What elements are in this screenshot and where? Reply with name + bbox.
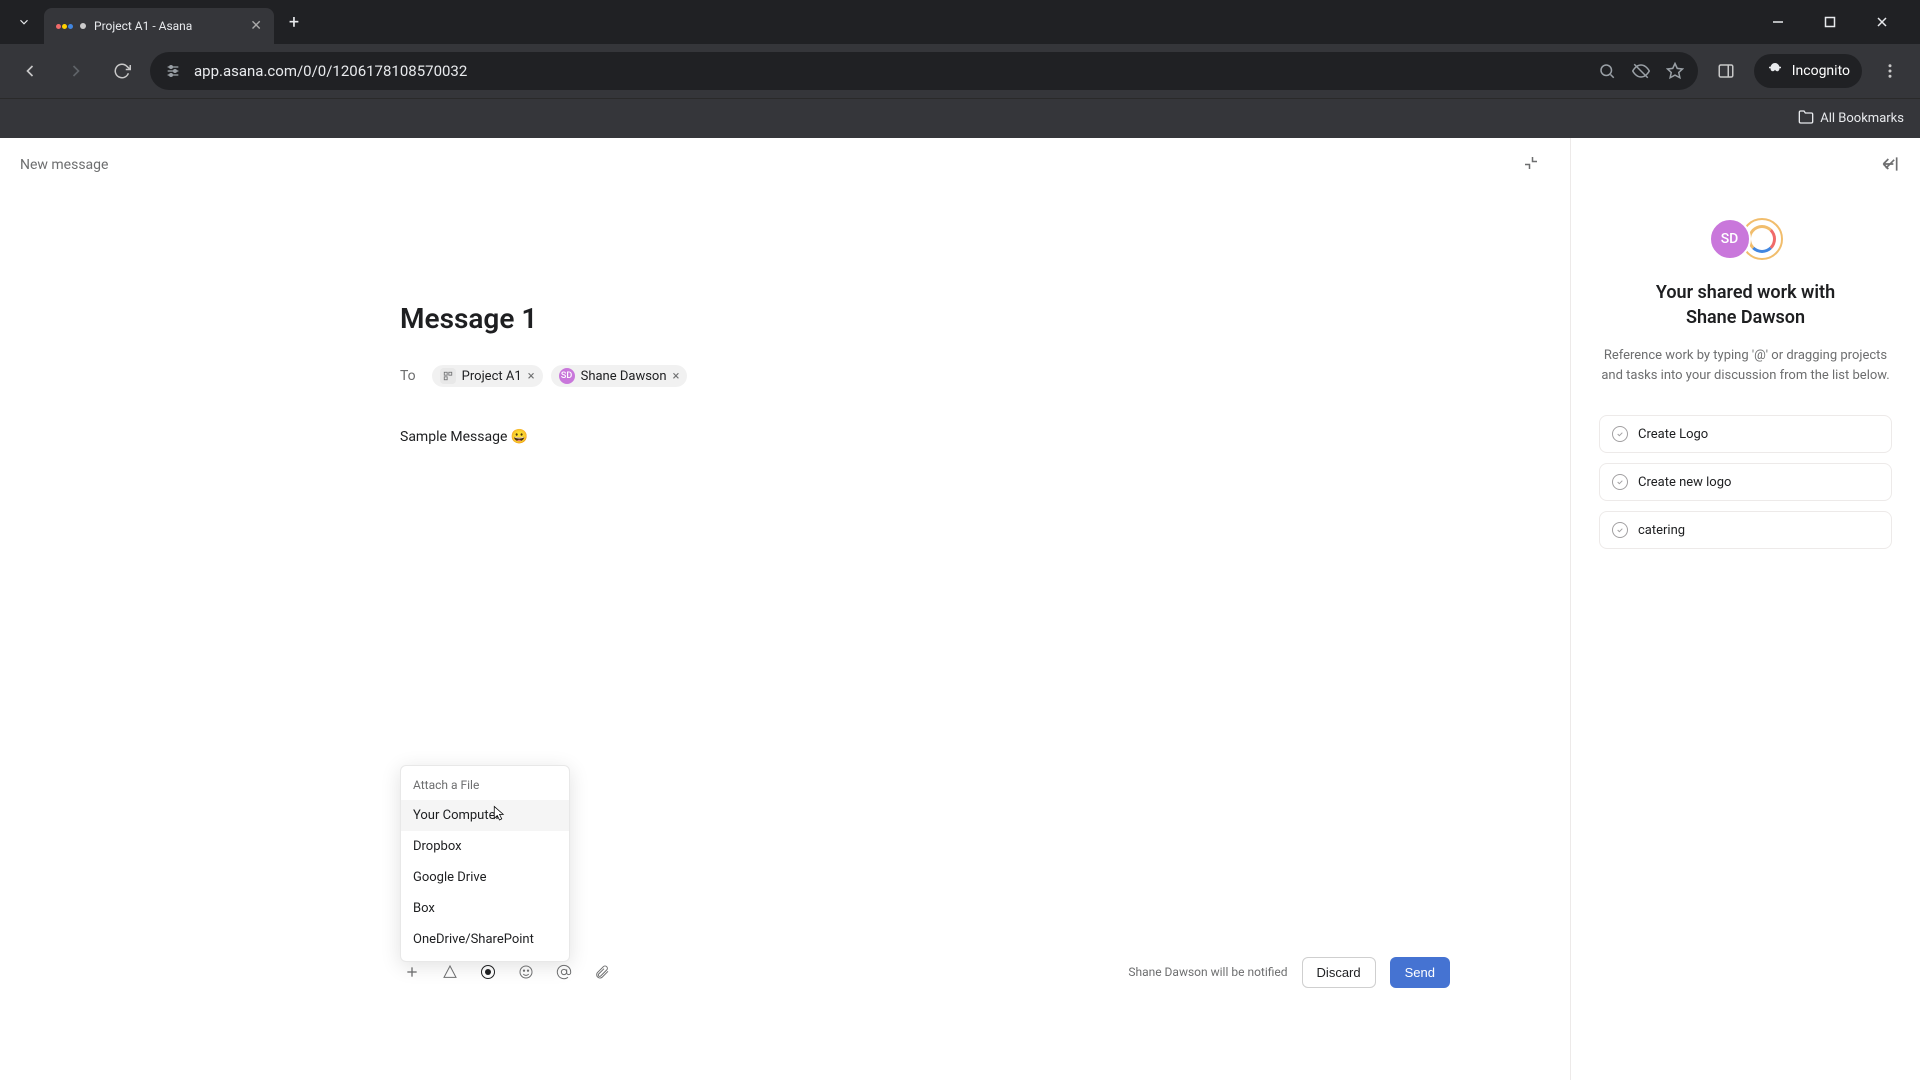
emoji-icon[interactable]	[514, 960, 538, 984]
task-item[interactable]: Create Logo	[1599, 415, 1892, 453]
incognito-label: Incognito	[1792, 63, 1850, 79]
notify-text: Shane Dawson will be notified	[1128, 965, 1287, 979]
attach-menu-title: Attach a File	[401, 772, 569, 800]
close-window-button[interactable]	[1868, 8, 1896, 36]
recipient-chip-project[interactable]: Project A1 ×	[432, 365, 543, 387]
attach-option-your-computer[interactable]: Your Computer	[401, 800, 569, 831]
tab-strip: Project A1 - Asana ✕ +	[0, 0, 1920, 44]
asana-favicon	[56, 18, 72, 34]
tab-title: Project A1 - Asana	[94, 19, 242, 33]
avatar-group: SD	[1599, 218, 1892, 260]
record-icon[interactable]	[476, 960, 500, 984]
remove-chip-icon[interactable]: ×	[673, 369, 680, 384]
bookmark-bar: All Bookmarks	[0, 98, 1920, 138]
eye-blocked-icon[interactable]	[1632, 62, 1650, 80]
message-title[interactable]: Message 1	[400, 302, 1450, 335]
app-content: New message Message 1 To Project A1 × SD…	[0, 138, 1920, 1080]
message-body[interactable]: Sample Message 😀	[400, 429, 1450, 445]
side-panel-icon[interactable]	[1708, 53, 1744, 89]
tab-search-dropdown[interactable]	[8, 6, 40, 38]
site-settings-icon[interactable]	[164, 62, 182, 80]
task-check-icon[interactable]	[1612, 522, 1628, 538]
task-label: Create Logo	[1638, 427, 1708, 442]
browser-menu-icon[interactable]	[1872, 53, 1908, 89]
back-button[interactable]	[12, 53, 48, 89]
forward-button[interactable]	[58, 53, 94, 89]
url-text: app.asana.com/0/0/1206178108570032	[194, 62, 1586, 80]
collapse-icon[interactable]	[1522, 154, 1540, 176]
mention-icon[interactable]	[552, 960, 576, 984]
maximize-window-button[interactable]	[1816, 8, 1844, 36]
avatar-shane: SD	[1709, 218, 1751, 260]
formatting-icon[interactable]	[438, 960, 462, 984]
new-message-label: New message	[20, 157, 108, 173]
recipient-chip-user[interactable]: SD Shane Dawson ×	[551, 365, 688, 387]
chip-label: Shane Dawson	[581, 369, 667, 384]
unsaved-indicator-icon	[80, 23, 86, 29]
task-item[interactable]: catering	[1599, 511, 1892, 549]
attach-icon[interactable]	[590, 960, 614, 984]
reload-button[interactable]	[104, 53, 140, 89]
discard-button[interactable]: Discard	[1302, 957, 1376, 988]
attach-file-menu: Attach a File Your Computer Dropbox Goog…	[400, 765, 570, 962]
browser-tab[interactable]: Project A1 - Asana ✕	[44, 8, 274, 44]
task-check-icon[interactable]	[1612, 426, 1628, 442]
browser-toolbar: app.asana.com/0/0/1206178108570032 Incog…	[0, 44, 1920, 98]
attach-option-google-drive[interactable]: Google Drive	[401, 862, 569, 893]
all-bookmarks-button[interactable]: All Bookmarks	[1798, 109, 1904, 129]
attach-option-onedrive[interactable]: OneDrive/SharePoint	[401, 924, 569, 955]
shared-work-panel: SD Your shared work with Shane Dawson Re…	[1570, 138, 1920, 1080]
remove-chip-icon[interactable]: ×	[528, 369, 535, 384]
search-page-icon[interactable]	[1598, 62, 1616, 80]
project-icon	[440, 368, 456, 384]
chip-label: Project A1	[462, 369, 522, 384]
to-row: To Project A1 × SD Shane Dawson ×	[400, 365, 1450, 387]
add-icon[interactable]	[400, 960, 424, 984]
incognito-icon	[1766, 60, 1784, 82]
shared-work-description: Reference work by typing '@' or dragging…	[1599, 346, 1892, 385]
task-check-icon[interactable]	[1612, 474, 1628, 490]
send-button[interactable]: Send	[1390, 957, 1450, 988]
compose-area: Message 1 To Project A1 × SD Shane Dawso…	[400, 302, 1450, 445]
task-item[interactable]: Create new logo	[1599, 463, 1892, 501]
attach-option-dropbox[interactable]: Dropbox	[401, 831, 569, 862]
compose-toolbar: Shane Dawson will be notified Discard Se…	[400, 952, 1450, 992]
bookmark-star-icon[interactable]	[1666, 62, 1684, 80]
attach-option-box[interactable]: Box	[401, 893, 569, 924]
folder-icon	[1798, 109, 1814, 129]
task-label: catering	[1638, 523, 1685, 538]
all-bookmarks-label: All Bookmarks	[1820, 111, 1904, 126]
new-tab-button[interactable]: +	[280, 8, 308, 36]
minimize-window-button[interactable]	[1764, 8, 1792, 36]
window-controls	[1764, 8, 1912, 36]
task-label: Create new logo	[1638, 475, 1731, 490]
address-bar[interactable]: app.asana.com/0/0/1206178108570032	[150, 52, 1698, 90]
incognito-badge[interactable]: Incognito	[1754, 54, 1862, 88]
shared-work-title: Your shared work with Shane Dawson	[1599, 280, 1892, 330]
user-avatar-icon: SD	[559, 368, 575, 384]
close-tab-icon[interactable]: ✕	[250, 18, 262, 34]
to-label: To	[400, 368, 416, 384]
